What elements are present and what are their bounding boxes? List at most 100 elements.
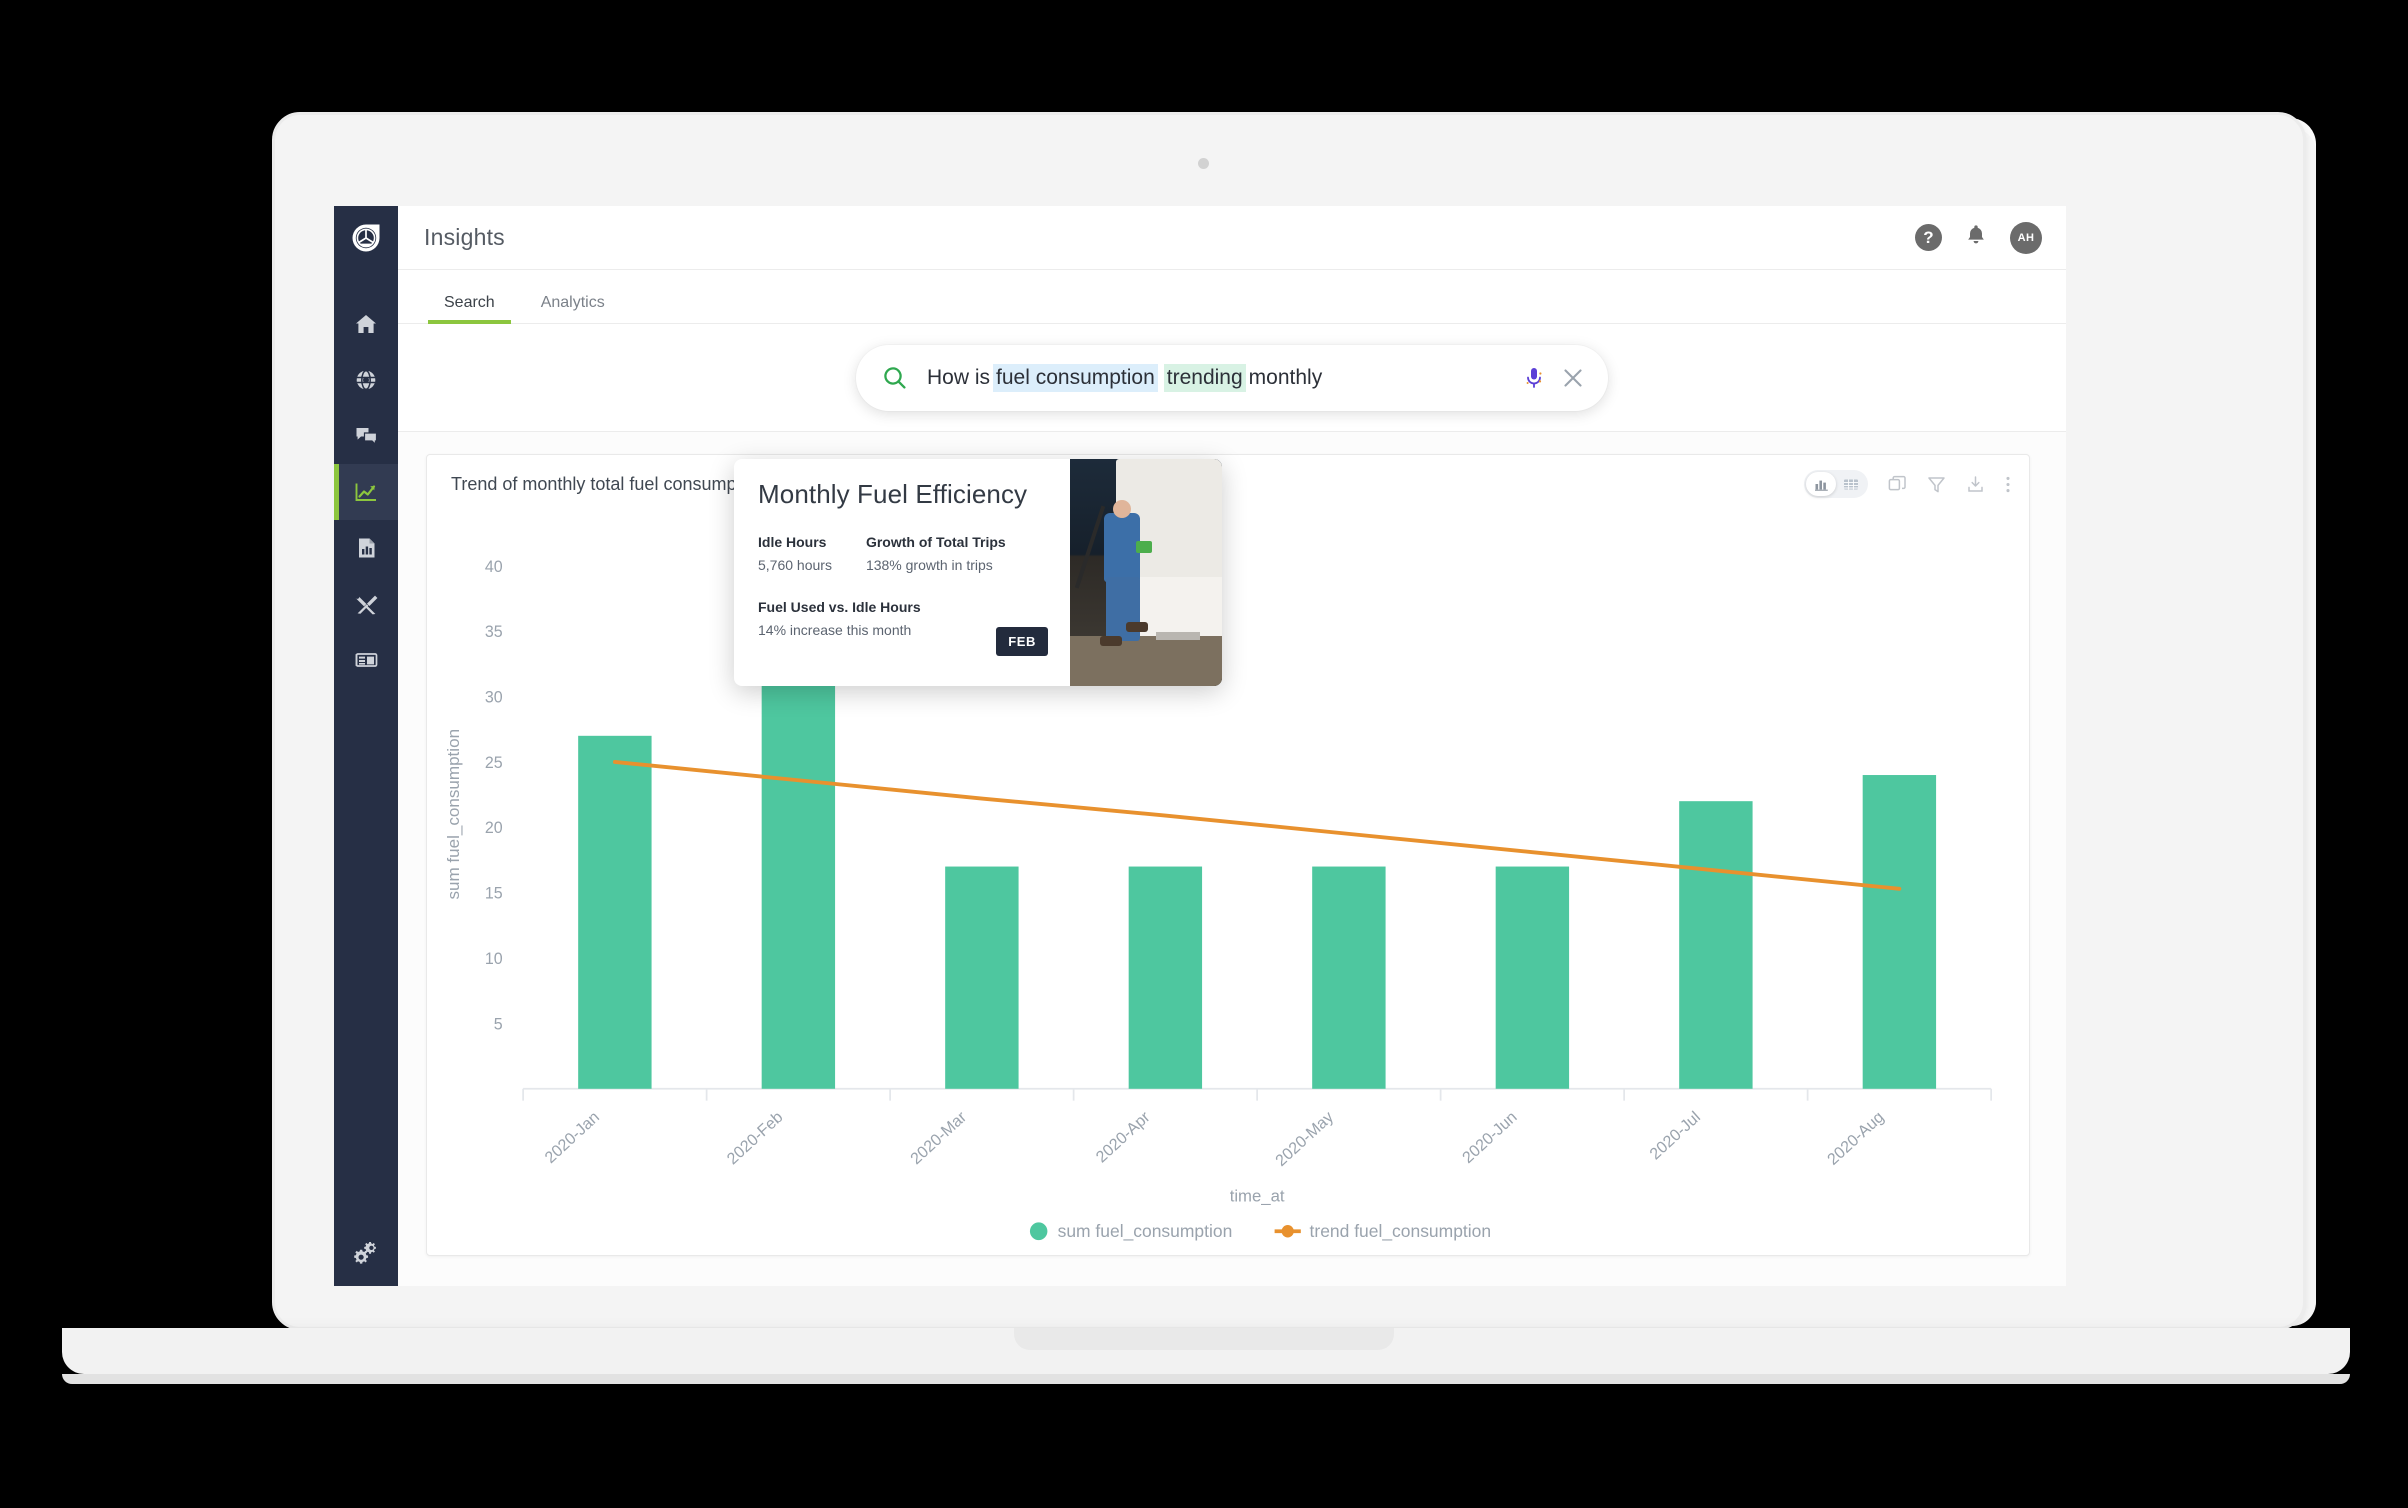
help-glyph: ? [1923, 227, 1934, 247]
search-token-keyword: trending [1163, 363, 1246, 392]
chart-bar[interactable] [1312, 866, 1386, 1089]
search-bar[interactable]: How is fuel consumption trending monthly [856, 344, 1608, 411]
y-axis-tick-label: 15 [485, 884, 503, 902]
y-axis-tick-label: 35 [485, 623, 503, 641]
laptop-notch [1014, 1328, 1394, 1350]
callout-photo [1070, 459, 1222, 686]
x-axis-tick-label: 2020-Jun [1459, 1108, 1521, 1167]
stat-value: 5,760 hours [758, 557, 832, 573]
sidebar-nav [334, 296, 398, 688]
sidebar-item-data[interactable] [334, 632, 398, 688]
y-axis-title: sum fuel_consumption [444, 729, 463, 900]
photo-person-torso [1104, 513, 1140, 582]
stat-value: 138% growth in trips [865, 557, 993, 573]
photo-person-head [1113, 499, 1131, 518]
legend-label-bar[interactable]: sum fuel_consumption [1058, 1221, 1233, 1242]
y-axis-tick-label: 5 [494, 1015, 503, 1033]
y-axis-tick-label: 40 [485, 558, 503, 576]
duplicate-button[interactable] [1888, 475, 1907, 494]
table-list-icon [355, 653, 377, 667]
download-button[interactable] [1966, 475, 1985, 494]
photo-boot-right [1126, 622, 1148, 633]
chart-bar[interactable] [578, 735, 652, 1089]
sidebar-item-messages[interactable] [334, 408, 398, 464]
chat-icon [356, 428, 377, 446]
chart-card-header: Trend of monthly total fuel consumption [427, 455, 2029, 513]
x-axis-tick-label: 2020-May [1272, 1107, 1337, 1170]
photo-fuel-nozzle [1136, 540, 1152, 553]
stat-label: Growth of Total Trips [865, 534, 1006, 550]
sidebar-item-reports[interactable] [334, 520, 398, 576]
month-badge: FEB [996, 627, 1048, 656]
clear-search-button[interactable] [1560, 365, 1586, 391]
search-region: How is fuel consumption trending monthly [398, 324, 2066, 432]
help-icon[interactable]: ? [1915, 224, 1942, 251]
legend-marker-bar [1029, 1222, 1048, 1241]
x-axis-tick-label: 2020-Feb [724, 1108, 787, 1168]
avatar[interactable]: AH [2010, 221, 2042, 254]
stat-growth-total-trips: Growth of Total Trips 138% growth in tri… [866, 534, 1006, 573]
tab-analytics[interactable]: Analytics [525, 294, 621, 323]
x-axis-tick-label: 2020-Jul [1646, 1108, 1704, 1163]
chart-title: Trend of monthly total fuel consumption [451, 473, 766, 494]
tab-search[interactable]: Search [428, 294, 511, 324]
callout-body: Monthly Fuel Efficiency Idle Hours 5,760… [734, 459, 1070, 686]
stat-label: Fuel Used vs. Idle Hours [758, 599, 921, 615]
sidebar-item-insights[interactable] [334, 464, 398, 520]
y-axis-tick-label: 30 [485, 688, 503, 706]
y-axis-tick-label: 25 [485, 754, 503, 772]
app-screen: Insights ? AH Search Analytics How is fu… [334, 206, 2066, 1286]
search-actions [1522, 365, 1586, 391]
x-axis-title: time_at [1230, 1186, 1285, 1205]
y-axis-tick-label: 10 [485, 950, 503, 968]
x-axis-tick-label: 2020-Mar [907, 1108, 970, 1169]
top-bar-actions: ? AH [1915, 221, 2042, 254]
page-title: Insights [424, 224, 505, 250]
home-icon [356, 315, 376, 333]
funnel-filter-icon [1928, 476, 1945, 492]
chart-bar[interactable] [1495, 866, 1570, 1089]
search-input[interactable]: How is fuel consumption trending monthly [924, 363, 1522, 392]
chart-bar[interactable] [1679, 801, 1753, 1089]
photo-boot-left [1100, 636, 1122, 647]
filter-button[interactable] [1927, 475, 1946, 494]
sidebar-item-home[interactable] [334, 296, 398, 352]
content-area: Trend of monthly total fuel consumption [398, 432, 2066, 1286]
table-view-toggle[interactable] [1836, 472, 1866, 496]
search-token-4: monthly [1248, 365, 1323, 389]
stat-value: 14% increase this month [758, 622, 912, 638]
legend-marker-line-dot [1281, 1225, 1294, 1238]
callout-stat-row-1: Idle Hours 5,760 hours Growth of Total T… [758, 534, 1048, 573]
gears-icon [354, 1242, 376, 1264]
photo-ground [1070, 636, 1222, 686]
chart-bar[interactable] [1128, 866, 1203, 1089]
report-document-icon [358, 538, 374, 558]
sidebar-item-settings[interactable] [334, 1240, 398, 1264]
view-toggle-group [1804, 470, 1868, 498]
sidebar-item-network[interactable] [334, 352, 398, 408]
chart-bar[interactable] [945, 866, 1019, 1089]
app-logo[interactable] [334, 206, 398, 270]
voice-search-button[interactable] [1522, 365, 1546, 391]
search-magnifier-icon [884, 366, 906, 389]
insight-callout[interactable]: Monthly Fuel Efficiency Idle Hours 5,760… [734, 459, 1222, 686]
chart-card: Trend of monthly total fuel consumption [426, 454, 2030, 1256]
legend-label-line[interactable]: trend fuel_consumption [1310, 1221, 1492, 1242]
sidebar-item-tools[interactable] [334, 576, 398, 632]
photo-truck-step [1156, 631, 1200, 640]
more-options-button[interactable] [2005, 475, 2011, 494]
chart-view-toggle[interactable] [1806, 472, 1836, 496]
top-bar: Insights ? AH [398, 206, 2066, 270]
x-axis-tick-label: 2020-Apr [1093, 1108, 1154, 1167]
chart-toolbar [1804, 470, 2011, 498]
chart-bar[interactable] [1862, 775, 1937, 1089]
laptop-foot [62, 1374, 2350, 1384]
main-column: Insights ? AH Search Analytics How is fu… [398, 206, 2066, 1286]
bell-icon [1968, 225, 1984, 244]
notifications-button[interactable] [1964, 223, 1988, 252]
stat-label: Idle Hours [758, 534, 827, 550]
logo-mark-icon [352, 224, 380, 252]
copy-icon [1888, 475, 1906, 490]
x-axis-tick-label: 2020-Jan [541, 1108, 603, 1167]
table-grid-icon [1844, 479, 1858, 489]
